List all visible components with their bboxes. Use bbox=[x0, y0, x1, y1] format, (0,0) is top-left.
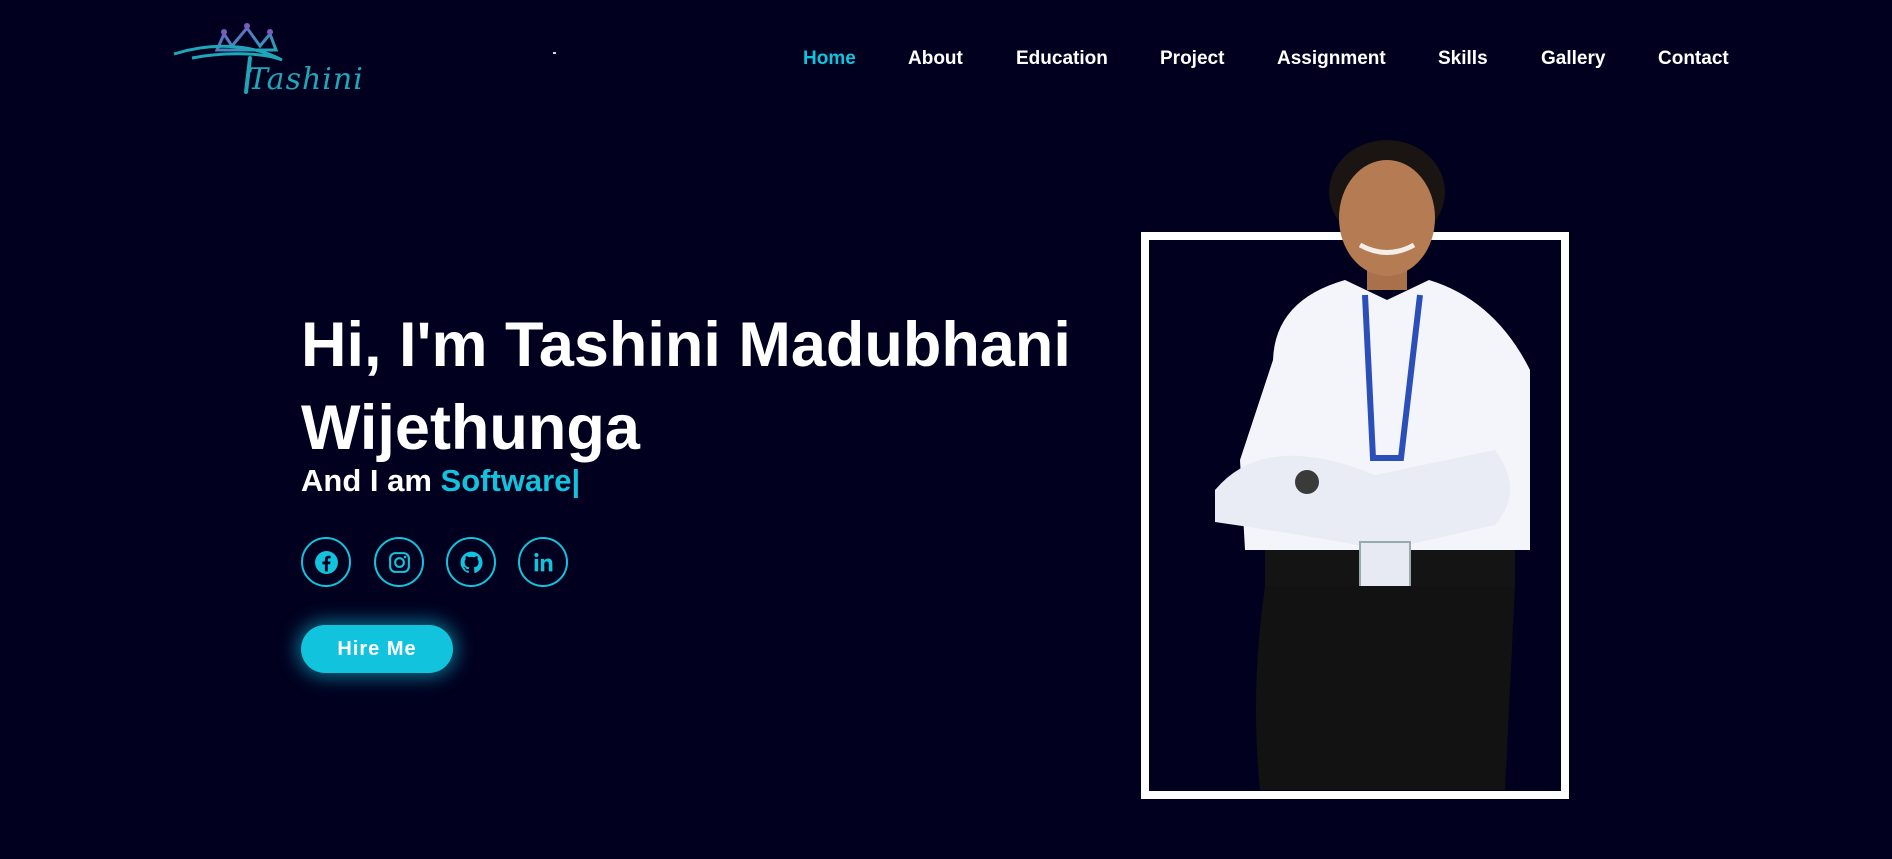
logo-text: Tashini bbox=[248, 62, 364, 97]
linkedin-link[interactable] bbox=[518, 537, 568, 587]
subtitle-prefix: And I am bbox=[301, 463, 432, 498]
logo[interactable]: Tashini bbox=[172, 22, 364, 100]
nav-contact[interactable]: Contact bbox=[1658, 48, 1729, 70]
nav-home[interactable]: Home bbox=[803, 48, 856, 70]
github-icon bbox=[460, 551, 483, 573]
portrait-photo bbox=[1215, 140, 1530, 790]
facebook-icon bbox=[314, 550, 338, 574]
decorative-dot bbox=[553, 52, 556, 54]
hire-me-button[interactable]: Hire Me bbox=[301, 625, 453, 673]
nav-project[interactable]: Project bbox=[1160, 48, 1224, 70]
hero-title: Hi, I'm Tashini Madubhani Wijethunga bbox=[301, 310, 1071, 463]
instagram-link[interactable] bbox=[374, 537, 424, 587]
hero-subtitle: And I am Software| bbox=[301, 463, 580, 499]
instagram-icon bbox=[388, 551, 410, 573]
nav-skills[interactable]: Skills bbox=[1438, 48, 1488, 70]
facebook-link[interactable] bbox=[301, 537, 351, 587]
typed-role: Software| bbox=[440, 463, 581, 498]
page: Tashini Home About Education Project Ass… bbox=[0, 0, 1892, 859]
nav-assignment[interactable]: Assignment bbox=[1277, 48, 1386, 70]
nav-about[interactable]: About bbox=[908, 48, 963, 70]
linkedin-icon bbox=[533, 552, 552, 571]
nav-education[interactable]: Education bbox=[1016, 48, 1108, 70]
nav-gallery[interactable]: Gallery bbox=[1541, 48, 1605, 70]
github-link[interactable] bbox=[446, 537, 496, 587]
